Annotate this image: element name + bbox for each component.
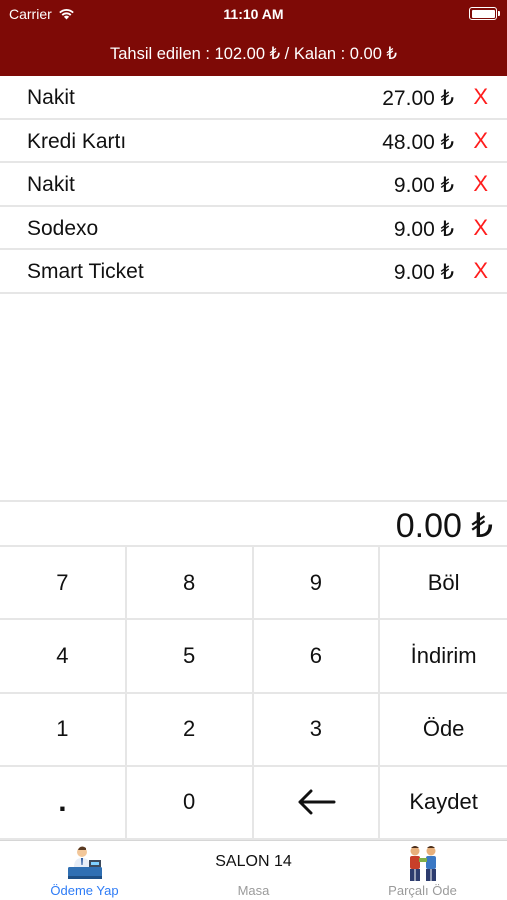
delete-payment-button[interactable]: X: [473, 215, 488, 241]
payment-amount: 48.00 ₺: [382, 130, 454, 154]
top-bar: Carrier 11:10 AM Tahsil edilen : 102.00 …: [0, 0, 507, 76]
delete-payment-button[interactable]: X: [473, 128, 488, 154]
status-bar: Carrier 11:10 AM: [0, 0, 507, 28]
tab-label: Ödeme Yap: [50, 883, 119, 898]
status-time: 11:10 AM: [223, 6, 284, 22]
payment-list: Nakit 27.00 ₺ X Kredi Kartı 48.00 ₺ X Na…: [0, 76, 507, 294]
payment-row: Kredi Kartı 48.00 ₺ X: [0, 120, 507, 163]
payment-amount: 27.00 ₺: [382, 87, 454, 110]
table-name: SALON 14: [215, 853, 292, 870]
payment-amount: 9.00 ₺: [393, 174, 454, 197]
keypad: 7 8 9 Böl 4 5 6 İndirim 1 2 3 Öde . 0 Ka…: [0, 547, 507, 840]
battery-icon: [469, 7, 500, 20]
tab-bar: Ödeme Yap SALON 14 Masa Parçalı Öde: [0, 840, 507, 900]
tab-label: Masa: [237, 883, 270, 898]
delete-payment-button[interactable]: X: [473, 84, 488, 110]
key-1[interactable]: 1: [0, 693, 127, 767]
payment-method: Nakit: [27, 86, 75, 109]
key-7[interactable]: 7: [0, 547, 127, 621]
key-3[interactable]: 3: [253, 693, 381, 767]
people-split-icon: [409, 846, 436, 881]
key-decimal[interactable]: .: [0, 766, 127, 840]
payment-method: Nakit: [27, 173, 75, 196]
tab-odeme-yap[interactable]: Ödeme Yap: [0, 841, 169, 900]
payment-amount: 9.00 ₺: [393, 217, 454, 241]
delete-payment-button[interactable]: X: [473, 171, 488, 197]
pay-button[interactable]: Öde: [380, 693, 507, 767]
backspace-button[interactable]: [253, 766, 381, 840]
key-6[interactable]: 6: [253, 620, 381, 694]
tab-masa[interactable]: SALON 14 Masa: [169, 841, 338, 900]
split-button[interactable]: Böl: [380, 547, 507, 621]
key-0[interactable]: 0: [126, 766, 254, 840]
payment-method: Kredi Kartı: [27, 129, 127, 153]
key-9[interactable]: 9: [253, 547, 381, 621]
payment-method: Smart Ticket: [27, 260, 144, 283]
payment-row: Smart Ticket 9.00 ₺ X: [0, 250, 507, 294]
save-button[interactable]: Kaydet: [380, 766, 507, 840]
key-8[interactable]: 8: [126, 547, 254, 621]
payment-row: Sodexo 9.00 ₺ X: [0, 207, 507, 250]
discount-button[interactable]: İndirim: [380, 620, 507, 694]
backspace-arrow-icon: [298, 789, 336, 815]
key-4[interactable]: 4: [0, 620, 127, 694]
key-2[interactable]: 2: [126, 693, 254, 767]
payment-row: Nakit 9.00 ₺ X: [0, 163, 507, 207]
amount-display: 0.00 ₺: [0, 500, 507, 547]
amount-display-value: 0.00 ₺: [395, 507, 493, 545]
payment-row: Nakit 27.00 ₺ X: [0, 76, 507, 120]
payment-summary: Tahsil edilen : 102.00 ₺ / Kalan : 0.00 …: [109, 45, 397, 63]
delete-payment-button[interactable]: X: [473, 258, 488, 284]
cashier-icon: [67, 846, 102, 879]
payment-method: Sodexo: [27, 216, 99, 240]
tab-parcali-ode[interactable]: Parçalı Öde: [338, 841, 507, 900]
key-5[interactable]: 5: [126, 620, 254, 694]
payment-amount: 9.00 ₺: [393, 261, 454, 284]
tab-label: Parçalı Öde: [388, 883, 457, 898]
